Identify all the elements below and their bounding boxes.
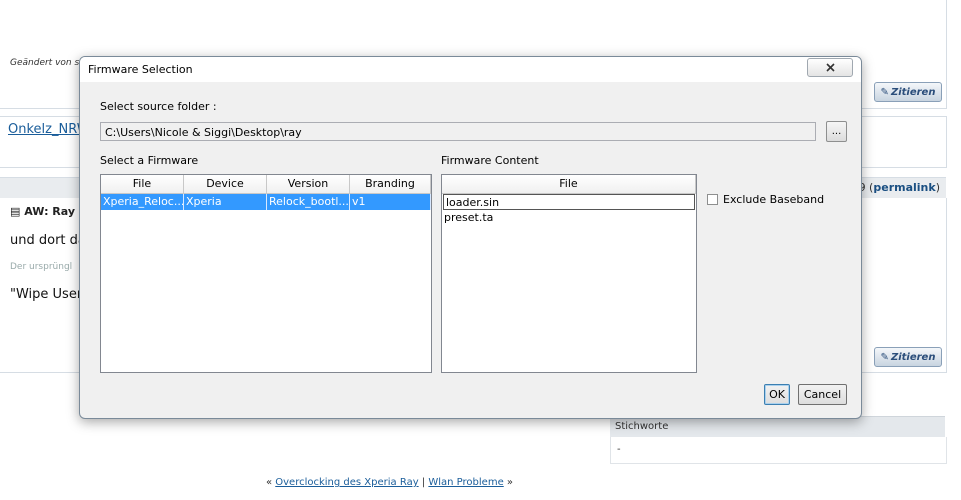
exclude-baseband-checkbox[interactable] — [707, 194, 718, 205]
post-title: ▤ AW: Ray n — [10, 205, 87, 218]
tags-value: - — [617, 444, 621, 455]
next-arrow: » — [506, 477, 514, 488]
firmware-selection-dialog: Firmware Selection Select source folder … — [79, 56, 862, 419]
table-row[interactable]: Xperia_Reloc... Xperia Relock_bootl... v… — [101, 194, 431, 210]
ok-button[interactable]: OK — [764, 384, 790, 405]
thread-navigation: « Overclocking des Xperia Ray | Wlan Pro… — [0, 477, 779, 488]
firmware-list-header: File Device Version Branding — [101, 175, 431, 194]
post-text-line-1: und dort da — [10, 233, 86, 248]
firmware-list-label: Select a Firmware — [100, 154, 199, 167]
content-list-header: File — [442, 175, 696, 194]
permalink-area: 9 (permalink) — [858, 181, 940, 194]
source-folder-field[interactable]: C:\Users\Nicole & Siggi\Desktop\ray — [100, 122, 816, 141]
firmware-content-list[interactable]: File loader.sin preset.ta — [441, 174, 697, 373]
edited-by-note: Geändert von s — [10, 58, 80, 68]
tags-heading: Stichworte — [610, 416, 945, 437]
post-text-line-3: "Wipe User — [10, 287, 83, 302]
exclude-baseband-option[interactable]: Exclude Baseband — [707, 193, 824, 206]
firmware-content-label: Firmware Content — [441, 154, 539, 167]
cell-branding: v1 — [350, 194, 431, 210]
dialog-titlebar[interactable]: Firmware Selection — [80, 57, 861, 82]
quote-button-label: Zitieren — [890, 351, 936, 363]
nav-separator: | — [421, 477, 426, 488]
column-header-content-file[interactable]: File — [442, 175, 696, 194]
column-header-branding[interactable]: Branding — [350, 175, 431, 194]
tags-heading-text: Stichworte — [615, 421, 669, 432]
permalink-link[interactable]: permalink — [873, 181, 935, 194]
quote-icon: ✎ — [880, 86, 889, 98]
column-header-version[interactable]: Version — [267, 175, 350, 194]
cancel-button[interactable]: Cancel — [798, 384, 847, 405]
list-item[interactable]: preset.ta — [442, 210, 696, 226]
close-icon — [825, 63, 835, 72]
quote-button-label: Zitieren — [890, 86, 936, 98]
cell-device: Xperia — [184, 194, 267, 210]
column-header-device[interactable]: Device — [184, 175, 267, 194]
prev-thread-link[interactable]: Overclocking des Xperia Ray — [275, 477, 418, 488]
browse-button[interactable]: ... — [826, 121, 847, 142]
post-title-text: AW: Ray n — [24, 205, 87, 218]
prev-arrow: « — [265, 477, 273, 488]
list-item[interactable]: loader.sin — [443, 194, 695, 210]
cell-file: Xperia_Reloc... — [103, 194, 184, 210]
cell-version: Relock_bootl... — [269, 194, 350, 210]
tags-box: - — [610, 437, 947, 464]
close-button[interactable] — [807, 58, 853, 77]
dialog-title: Firmware Selection — [88, 63, 193, 76]
post-text-line-2: Der ursprüngl — [10, 262, 73, 272]
column-header-file[interactable]: File — [101, 175, 184, 194]
quote-button-top[interactable]: ✎ Zitieren — [874, 82, 942, 102]
source-folder-label: Select source folder : — [100, 100, 217, 113]
exclude-baseband-label: Exclude Baseband — [723, 193, 825, 206]
quote-button-bottom[interactable]: ✎ Zitieren — [874, 347, 942, 367]
firmware-list[interactable]: File Device Version Branding Xperia_Relo… — [100, 174, 432, 373]
user-link[interactable]: Onkelz_NRW — [8, 122, 90, 137]
next-thread-link[interactable]: Wlan Probleme — [428, 477, 503, 488]
quote-icon: ✎ — [880, 351, 889, 363]
post-icon: ▤ — [10, 205, 21, 218]
